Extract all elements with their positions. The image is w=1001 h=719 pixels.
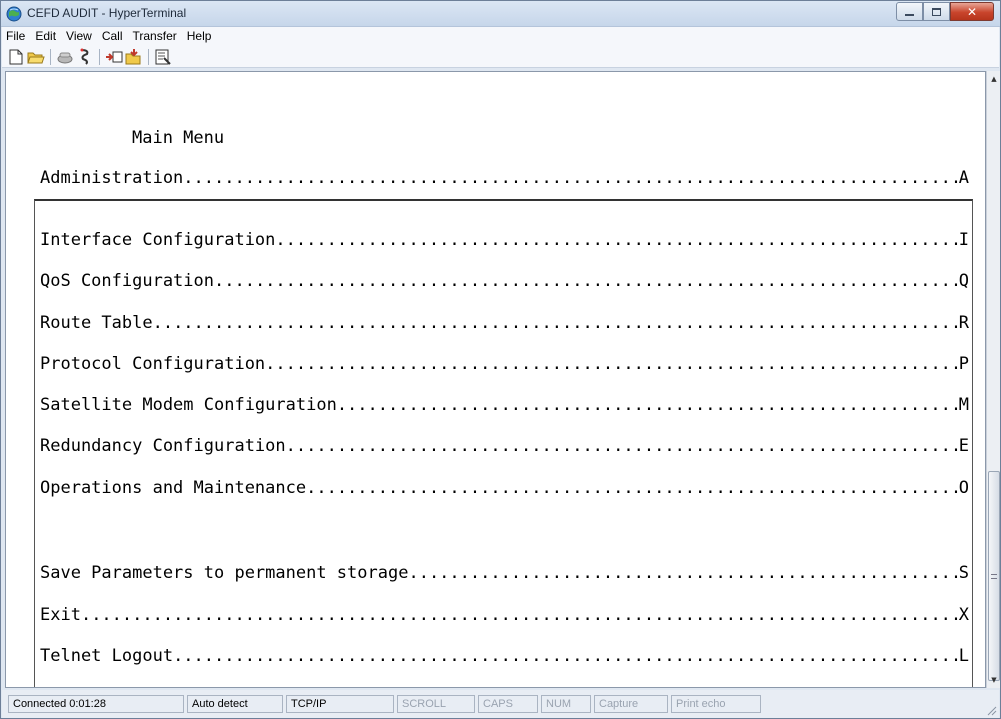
resize-grip-icon[interactable] — [985, 704, 997, 716]
send-button[interactable] — [104, 48, 124, 66]
properties-button[interactable] — [153, 48, 173, 66]
close-button[interactable]: ✕ — [950, 2, 994, 21]
send-file-icon — [106, 51, 123, 62]
arrow-up-icon: ▲ — [991, 75, 997, 83]
menu-option-key: A — [958, 168, 969, 188]
menu-option-key: R — [958, 313, 969, 333]
menu-option-label: Telnet Logout — [40, 646, 174, 666]
menu-option-satellite-modem: Satellite Modem Configuration M — [40, 395, 969, 415]
menu-option-operations: Operations and Maintenance O — [40, 478, 969, 498]
menu-option-qos: QoS Configuration Q — [40, 271, 969, 291]
status-protocol: TCP/IP — [286, 695, 394, 713]
status-print-echo: Print echo — [671, 695, 761, 713]
menu-option-label: Interface Configuration — [40, 230, 276, 250]
menu-option-key: M — [958, 395, 969, 415]
menu-option-route-table: Route Table R — [40, 313, 969, 333]
scroll-up-button[interactable]: ▲ — [987, 71, 1001, 87]
menu-option-key: X — [958, 605, 969, 625]
menu-option-label: Protocol Configuration — [40, 354, 266, 374]
dot-leader — [337, 395, 959, 415]
arrow-down-icon: ▼ — [991, 676, 997, 684]
menu-option-key: P — [958, 354, 969, 374]
menu-option-redundancy: Redundancy Configuration E — [40, 436, 969, 456]
toolbar-separator — [148, 48, 149, 65]
toolbar — [2, 46, 999, 68]
close-icon: ✕ — [966, 4, 978, 19]
scroll-down-button[interactable]: ▼ — [987, 672, 1001, 688]
dot-leader — [286, 436, 959, 456]
maximize-icon — [932, 7, 941, 16]
menu-option-administration: Administration A — [40, 168, 969, 188]
title-bar[interactable]: CEFD AUDIT - HyperTerminal ✕ — [1, 1, 1000, 27]
status-bar: Connected 0:01:28 Auto detect TCP/IP SCR… — [2, 690, 999, 718]
menu-transfer[interactable]: Transfer — [128, 27, 182, 46]
menu-option-interface: Interface Configuration I — [40, 230, 969, 250]
menu-option-label: Satellite Modem Configuration — [40, 395, 337, 415]
maximize-button[interactable] — [923, 2, 950, 21]
menu-option-protocol: Protocol Configuration P — [40, 354, 969, 374]
menu-option-label: Administration — [40, 168, 184, 188]
status-caps: CAPS — [478, 695, 538, 713]
menu-edit[interactable]: Edit — [30, 27, 61, 46]
menu-option-key: L — [958, 646, 969, 666]
toolbar-separator — [99, 48, 100, 65]
disconnect-icon — [80, 48, 89, 65]
menu-option-exit: Exit X — [40, 605, 969, 625]
menu-option-label: Save Parameters to permanent storage — [40, 563, 409, 583]
dot-leader — [214, 271, 959, 291]
dot-leader — [173, 646, 959, 666]
disconnect-button[interactable] — [75, 48, 95, 66]
menu-option-telnet-logout: Telnet Logout L — [40, 646, 969, 666]
menu-call[interactable]: Call — [97, 27, 128, 46]
toolbar-separator — [50, 48, 51, 65]
menu-bar: File Edit View Call Transfer Help — [2, 27, 999, 46]
vertical-scrollbar[interactable]: ▲ ▼ — [986, 71, 1000, 688]
menu-option-label: Route Table — [40, 313, 153, 333]
dot-leader — [183, 168, 958, 188]
menu-option-label: QoS Configuration — [40, 271, 214, 291]
properties-icon — [155, 49, 171, 65]
menu-option-label: Exit — [40, 605, 81, 625]
status-scroll: SCROLL — [397, 695, 475, 713]
menu-view[interactable]: View — [61, 27, 97, 46]
dot-leader — [275, 230, 958, 250]
terminal-screen[interactable]: Main Menu Administration A Interface Con… — [5, 71, 986, 688]
menu-option-label: Redundancy Configuration — [40, 436, 286, 456]
menu-option-label: Operations and Maintenance — [40, 478, 307, 498]
status-detect: Auto detect — [187, 695, 283, 713]
dot-leader — [153, 313, 959, 333]
dot-leader — [265, 354, 959, 374]
menu-option-key: I — [958, 230, 969, 250]
dot-leader — [81, 605, 959, 625]
window-title: CEFD AUDIT - HyperTerminal — [27, 6, 187, 20]
dot-leader — [408, 563, 958, 583]
dot-leader — [306, 478, 959, 498]
open-button[interactable] — [26, 48, 46, 66]
call-button[interactable] — [55, 48, 75, 66]
receive-button[interactable] — [124, 48, 144, 66]
menu-file[interactable]: File — [2, 27, 30, 46]
grip-icon — [991, 573, 997, 579]
minimize-icon — [905, 13, 914, 16]
menu-option-key: S — [958, 563, 969, 583]
menu-option-key: O — [958, 478, 969, 498]
status-num: NUM — [541, 695, 591, 713]
menu-option-save: Save Parameters to permanent storage S — [40, 563, 969, 583]
hyperterminal-window: CEFD AUDIT - HyperTerminal ✕ File Edit V… — [0, 0, 1001, 719]
caption-buttons: ✕ — [896, 2, 994, 21]
receive-file-icon — [125, 48, 141, 64]
scroll-thumb[interactable] — [988, 471, 1000, 681]
menu-option-key: E — [958, 436, 969, 456]
minimize-button[interactable] — [896, 2, 923, 21]
new-connection-button[interactable] — [6, 48, 26, 66]
status-capture: Capture — [594, 695, 668, 713]
new-document-icon — [9, 49, 23, 64]
hyperterminal-globe-icon — [6, 6, 22, 22]
connect-phone-icon — [57, 52, 73, 63]
menu-option-key: Q — [958, 271, 969, 291]
menu-heading: Main Menu — [132, 128, 225, 148]
menu-help[interactable]: Help — [182, 27, 217, 46]
open-folder-icon — [27, 52, 45, 63]
status-connected: Connected 0:01:28 — [8, 695, 184, 713]
